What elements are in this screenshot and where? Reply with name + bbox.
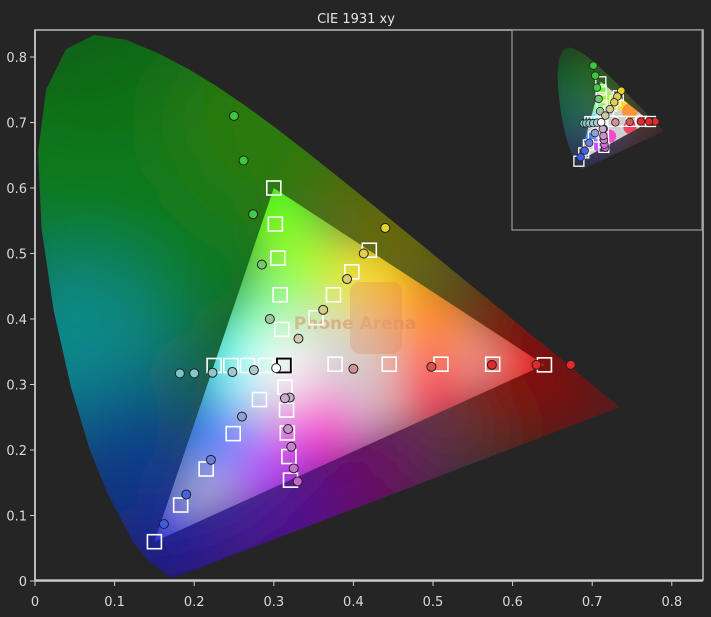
x-tick-label: 0.8 [661, 595, 682, 610]
measured-marker [174, 368, 185, 379]
inset-measured-marker [589, 61, 598, 70]
y-tick-label: 0.7 [6, 117, 27, 132]
measured-marker [236, 411, 247, 422]
y-tick-label: 0.6 [6, 182, 27, 197]
measured-marker [271, 363, 282, 374]
y-ticks: 0 0.1 0.2 0.3 0.4 0.5 0.6 0.7 0.8 [6, 51, 35, 590]
x-tick-label: 0.1 [104, 595, 125, 610]
measured-marker [189, 368, 200, 379]
measured-marker [181, 489, 192, 500]
measured-marker [288, 463, 299, 474]
measured-marker [292, 476, 303, 487]
measured-marker [279, 393, 290, 404]
chart-frame: CIE 1931 xy Phone Arena 0 0.1 0.2 0.3 0.4 0.5… [0, 0, 711, 617]
x-ticks: 0 0.1 0.2 0.3 0.4 0.5 0.6 0.7 0.8 [31, 581, 682, 610]
measured-marker [205, 454, 216, 465]
y-tick-label: 0.8 [6, 51, 27, 66]
x-tick-label: 0.6 [502, 595, 523, 610]
locus-blob [544, 356, 620, 452]
y-tick-label: 0 [19, 575, 27, 590]
inset-measured-marker [594, 94, 603, 104]
measured-marker [358, 248, 369, 259]
measured-marker [283, 424, 294, 435]
measured-marker [565, 359, 576, 370]
inset-measured-marker [576, 153, 585, 162]
inset-measured-marker [591, 71, 600, 80]
inset-measured-marker [610, 98, 619, 107]
inset-measured-marker [599, 131, 608, 141]
measured-marker [158, 519, 169, 530]
inset-measured-marker [590, 128, 600, 138]
measured-marker [229, 110, 239, 121]
inset-measured-marker [585, 138, 594, 148]
y-tick-label: 0.1 [6, 510, 27, 525]
cie-chart: CIE 1931 xy Phone Arena 0 0.1 0.2 0.3 0.4 0.5… [6, 12, 704, 610]
inset-measured-marker [580, 146, 589, 155]
measured-marker [227, 367, 238, 378]
inset-measured-marker [601, 111, 610, 120]
measured-marker [348, 363, 359, 374]
inset-measured-marker [644, 117, 654, 126]
inset-measured-marker [625, 117, 634, 127]
measured-marker [256, 259, 267, 270]
inset-measured-marker [605, 104, 615, 114]
x-tick-label: 0.4 [343, 595, 364, 610]
measured-marker [264, 314, 275, 324]
y-tick-label: 0.3 [6, 379, 27, 394]
measured-marker [318, 304, 329, 315]
measured-marker [248, 209, 259, 220]
measured-marker [342, 274, 353, 285]
measured-marker [248, 365, 259, 376]
inset-panel [511, 29, 703, 231]
measured-marker [531, 359, 542, 370]
x-tick-label: 0.2 [184, 595, 205, 610]
y-tick-label: 0.5 [6, 248, 27, 263]
gamut-blob [245, 329, 318, 401]
y-tick-label: 0.4 [6, 313, 27, 328]
measured-marker [238, 155, 249, 166]
measured-marker [380, 222, 391, 233]
x-tick-label: 0.7 [582, 595, 603, 610]
measured-marker [293, 333, 304, 344]
measured-marker [486, 359, 497, 370]
x-tick-label: 0 [31, 595, 39, 610]
x-tick-label: 0.3 [263, 595, 284, 610]
measured-marker [426, 361, 437, 372]
chart-title: CIE 1931 xy [317, 12, 395, 27]
inset-measured-marker [636, 117, 646, 126]
inset-measured-marker [597, 118, 606, 127]
inset-measured-marker [598, 124, 608, 134]
y-tick-label: 0.2 [6, 444, 27, 459]
measured-marker [207, 367, 218, 378]
inset-measured-marker [592, 83, 602, 92]
inset-measured-marker [611, 118, 620, 127]
measured-marker [286, 441, 297, 452]
x-tick-label: 0.5 [423, 595, 444, 610]
